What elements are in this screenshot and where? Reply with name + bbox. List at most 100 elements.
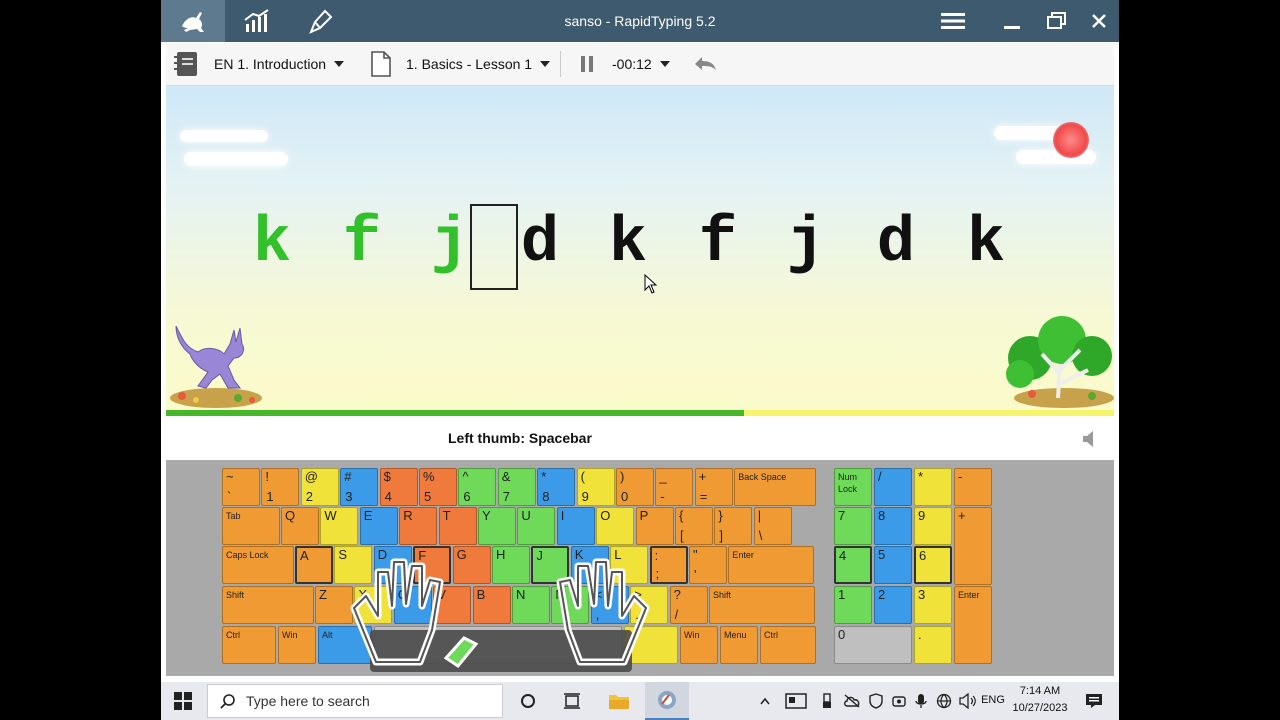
key-label: 0 — [838, 627, 846, 642]
keyboard-key: 7 — [834, 507, 872, 545]
keyboard-key: A — [295, 546, 333, 584]
key-label: . — [918, 627, 922, 642]
keyboard-key: R — [399, 507, 438, 545]
key-label: | — [757, 508, 762, 523]
keyboard-key: 4 — [834, 546, 872, 584]
keyboard-key: $4 — [379, 468, 418, 506]
show-hidden-icons-button[interactable] — [755, 682, 775, 720]
undo-button[interactable] — [692, 43, 718, 85]
key-label: 3 — [918, 587, 926, 602]
pause-button[interactable] — [580, 43, 594, 85]
task-view-button[interactable] — [555, 682, 589, 720]
keyboard-key: / — [874, 468, 912, 506]
tray-news-button[interactable] — [781, 682, 811, 720]
menu-button[interactable] — [933, 0, 973, 42]
rapidtyping-app-icon — [658, 691, 676, 709]
key-label: _ — [659, 469, 667, 484]
tray-usb-button[interactable] — [817, 682, 837, 720]
key-label: Enter — [732, 550, 754, 560]
keyboard-key: ? / — [669, 586, 708, 624]
rapidtyping-taskbar-button[interactable] — [645, 682, 689, 720]
notebook-icon — [174, 52, 197, 76]
key-sublabel: 7 — [502, 489, 511, 504]
window-title: sanso - RapidTyping 5.2 — [564, 13, 716, 29]
keyboard-key: W — [320, 507, 359, 545]
key-sublabel: ] — [719, 528, 724, 543]
keyboard-key: Q — [281, 507, 319, 545]
notifications-button[interactable] — [1079, 682, 1109, 720]
keyboard-key: " ' — [689, 546, 727, 584]
key-label: Win — [282, 630, 298, 640]
clock-time[interactable]: 7:14 AM — [1007, 685, 1073, 697]
keyboard-key: E — [359, 507, 398, 545]
key-sublabel: 8 — [542, 489, 550, 504]
tray-volume-button[interactable] — [957, 682, 979, 720]
tree-icon — [1006, 316, 1114, 408]
key-label: # — [344, 469, 352, 484]
tray-network-button[interactable] — [933, 682, 955, 720]
key-label: O — [600, 508, 611, 523]
speaker-icon[interactable] — [1081, 429, 1101, 449]
key-label: 5 — [878, 547, 886, 562]
key-sublabel: 3 — [345, 489, 353, 504]
volume-icon — [959, 693, 976, 709]
minimize-button[interactable] — [992, 0, 1032, 42]
keyboard-key: * — [914, 468, 952, 506]
file-explorer-button[interactable] — [601, 682, 637, 720]
keyboard-key: | \ — [753, 507, 792, 545]
keyboard-key: Ctrl — [760, 626, 816, 664]
key-sublabel: [ — [680, 528, 684, 543]
key-label: A — [300, 548, 309, 563]
tray-security-button[interactable] — [865, 682, 887, 720]
exercise-letter: k — [252, 208, 292, 280]
course-selector[interactable]: EN 1. Introduction — [172, 43, 345, 85]
taskbar-search-box[interactable]: Type here to search — [207, 684, 503, 718]
timer-value: -00:12 — [612, 56, 652, 72]
key-label: 1 — [838, 587, 846, 602]
key-label: @ — [304, 469, 318, 484]
key-label: Enter — [958, 590, 980, 600]
key-label: Num Lock — [838, 472, 858, 494]
timer-selector[interactable]: -00:12 — [612, 43, 670, 85]
exercise-letter: k — [608, 208, 648, 280]
key-label: $ — [383, 469, 391, 484]
keyboard-key: Num Lock — [834, 468, 872, 506]
start-button[interactable] — [161, 682, 205, 720]
key-label: ( — [580, 469, 585, 484]
key-label: - — [958, 469, 963, 484]
news-icon — [785, 693, 807, 709]
keyboard-key: % 5 — [419, 468, 457, 506]
title-bar: sanso - RapidTyping 5.2 — [161, 0, 1119, 42]
tray-meet-button[interactable] — [889, 682, 909, 720]
keyboard-key: Enter — [728, 546, 815, 584]
windows-logo-icon — [174, 692, 192, 710]
keyboard-key: + — [954, 507, 992, 585]
key-label: * — [918, 469, 924, 484]
key-label: Back Space — [738, 472, 787, 482]
cortana-circle-icon — [521, 694, 535, 708]
lesson-selector[interactable]: 1. Basics - Lesson 1 — [370, 43, 551, 85]
cortana-button[interactable] — [511, 682, 545, 720]
key-sublabel: 6 — [463, 489, 471, 504]
key-sublabel: / — [674, 607, 679, 622]
clock-date[interactable]: 10/27/2023 — [1007, 702, 1073, 714]
exercise-letter: f — [342, 208, 382, 280]
progress-fill — [166, 410, 745, 416]
microphone-icon — [915, 694, 927, 708]
keyboard-key: _ - — [655, 468, 694, 506]
close-button[interactable] — [1079, 0, 1119, 42]
tray-cloud-button[interactable] — [841, 682, 863, 720]
key-label: P — [639, 508, 649, 523]
tray-microphone-button[interactable] — [911, 682, 931, 720]
keyboard-key: O — [596, 507, 635, 545]
key-label: Win — [684, 630, 700, 640]
keyboard-key: }] — [714, 507, 753, 545]
key-sublabel: 2 — [305, 489, 314, 504]
input-language[interactable]: ENG — [981, 694, 1005, 706]
keyboard-key: Shift — [222, 586, 314, 624]
maximize-button[interactable] — [1037, 0, 1077, 42]
key-label: Menu — [724, 630, 747, 640]
rapidtyping-window: sanso - RapidTyping 5.2 EN 1. Introducti… — [161, 0, 1119, 682]
exercise-progress-bar — [166, 410, 1114, 416]
key-label: } — [718, 508, 723, 523]
